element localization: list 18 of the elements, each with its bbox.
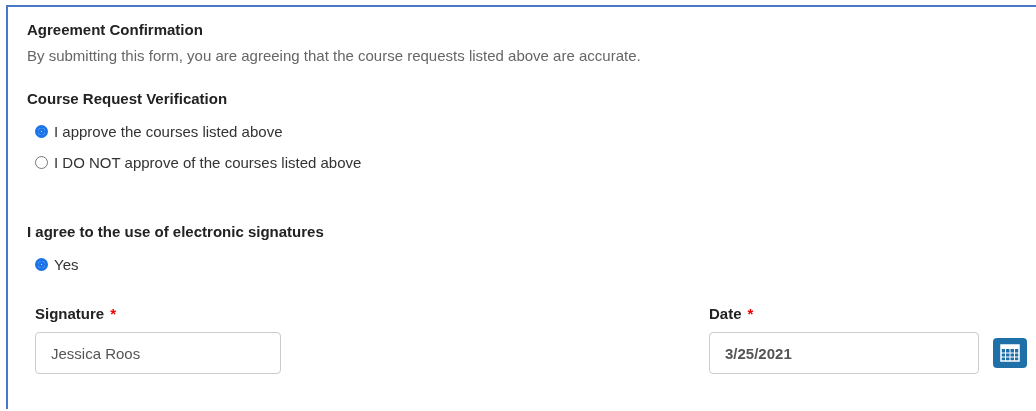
field-label: Signature (35, 305, 105, 322)
radio-button[interactable] (35, 156, 48, 169)
option-label[interactable]: Yes (54, 256, 79, 273)
section-title: Agreement Confirmation (27, 21, 204, 38)
required-mark: * (747, 305, 754, 322)
question-label: Course Request Verification (27, 90, 229, 107)
field-label: Date (709, 305, 742, 322)
option-label[interactable]: I DO NOT approve of the courses listed above (54, 154, 362, 171)
radio-button[interactable] (35, 258, 48, 271)
question-label: I agree to the use of electronic signatures (27, 223, 325, 240)
required-mark: * (110, 305, 117, 322)
radio-button[interactable] (35, 125, 48, 138)
option-label[interactable]: I approve the courses listed above (54, 123, 283, 140)
signature-field[interactable]: Jessica Roos (35, 332, 281, 374)
calendar-icon (1000, 344, 1020, 362)
date-field[interactable]: 3/25/2021 (709, 332, 979, 374)
calendar-button[interactable] (993, 338, 1027, 368)
description-text: By submitting this form, you are agreeing that the course requests listed above are accurate. (27, 47, 642, 64)
